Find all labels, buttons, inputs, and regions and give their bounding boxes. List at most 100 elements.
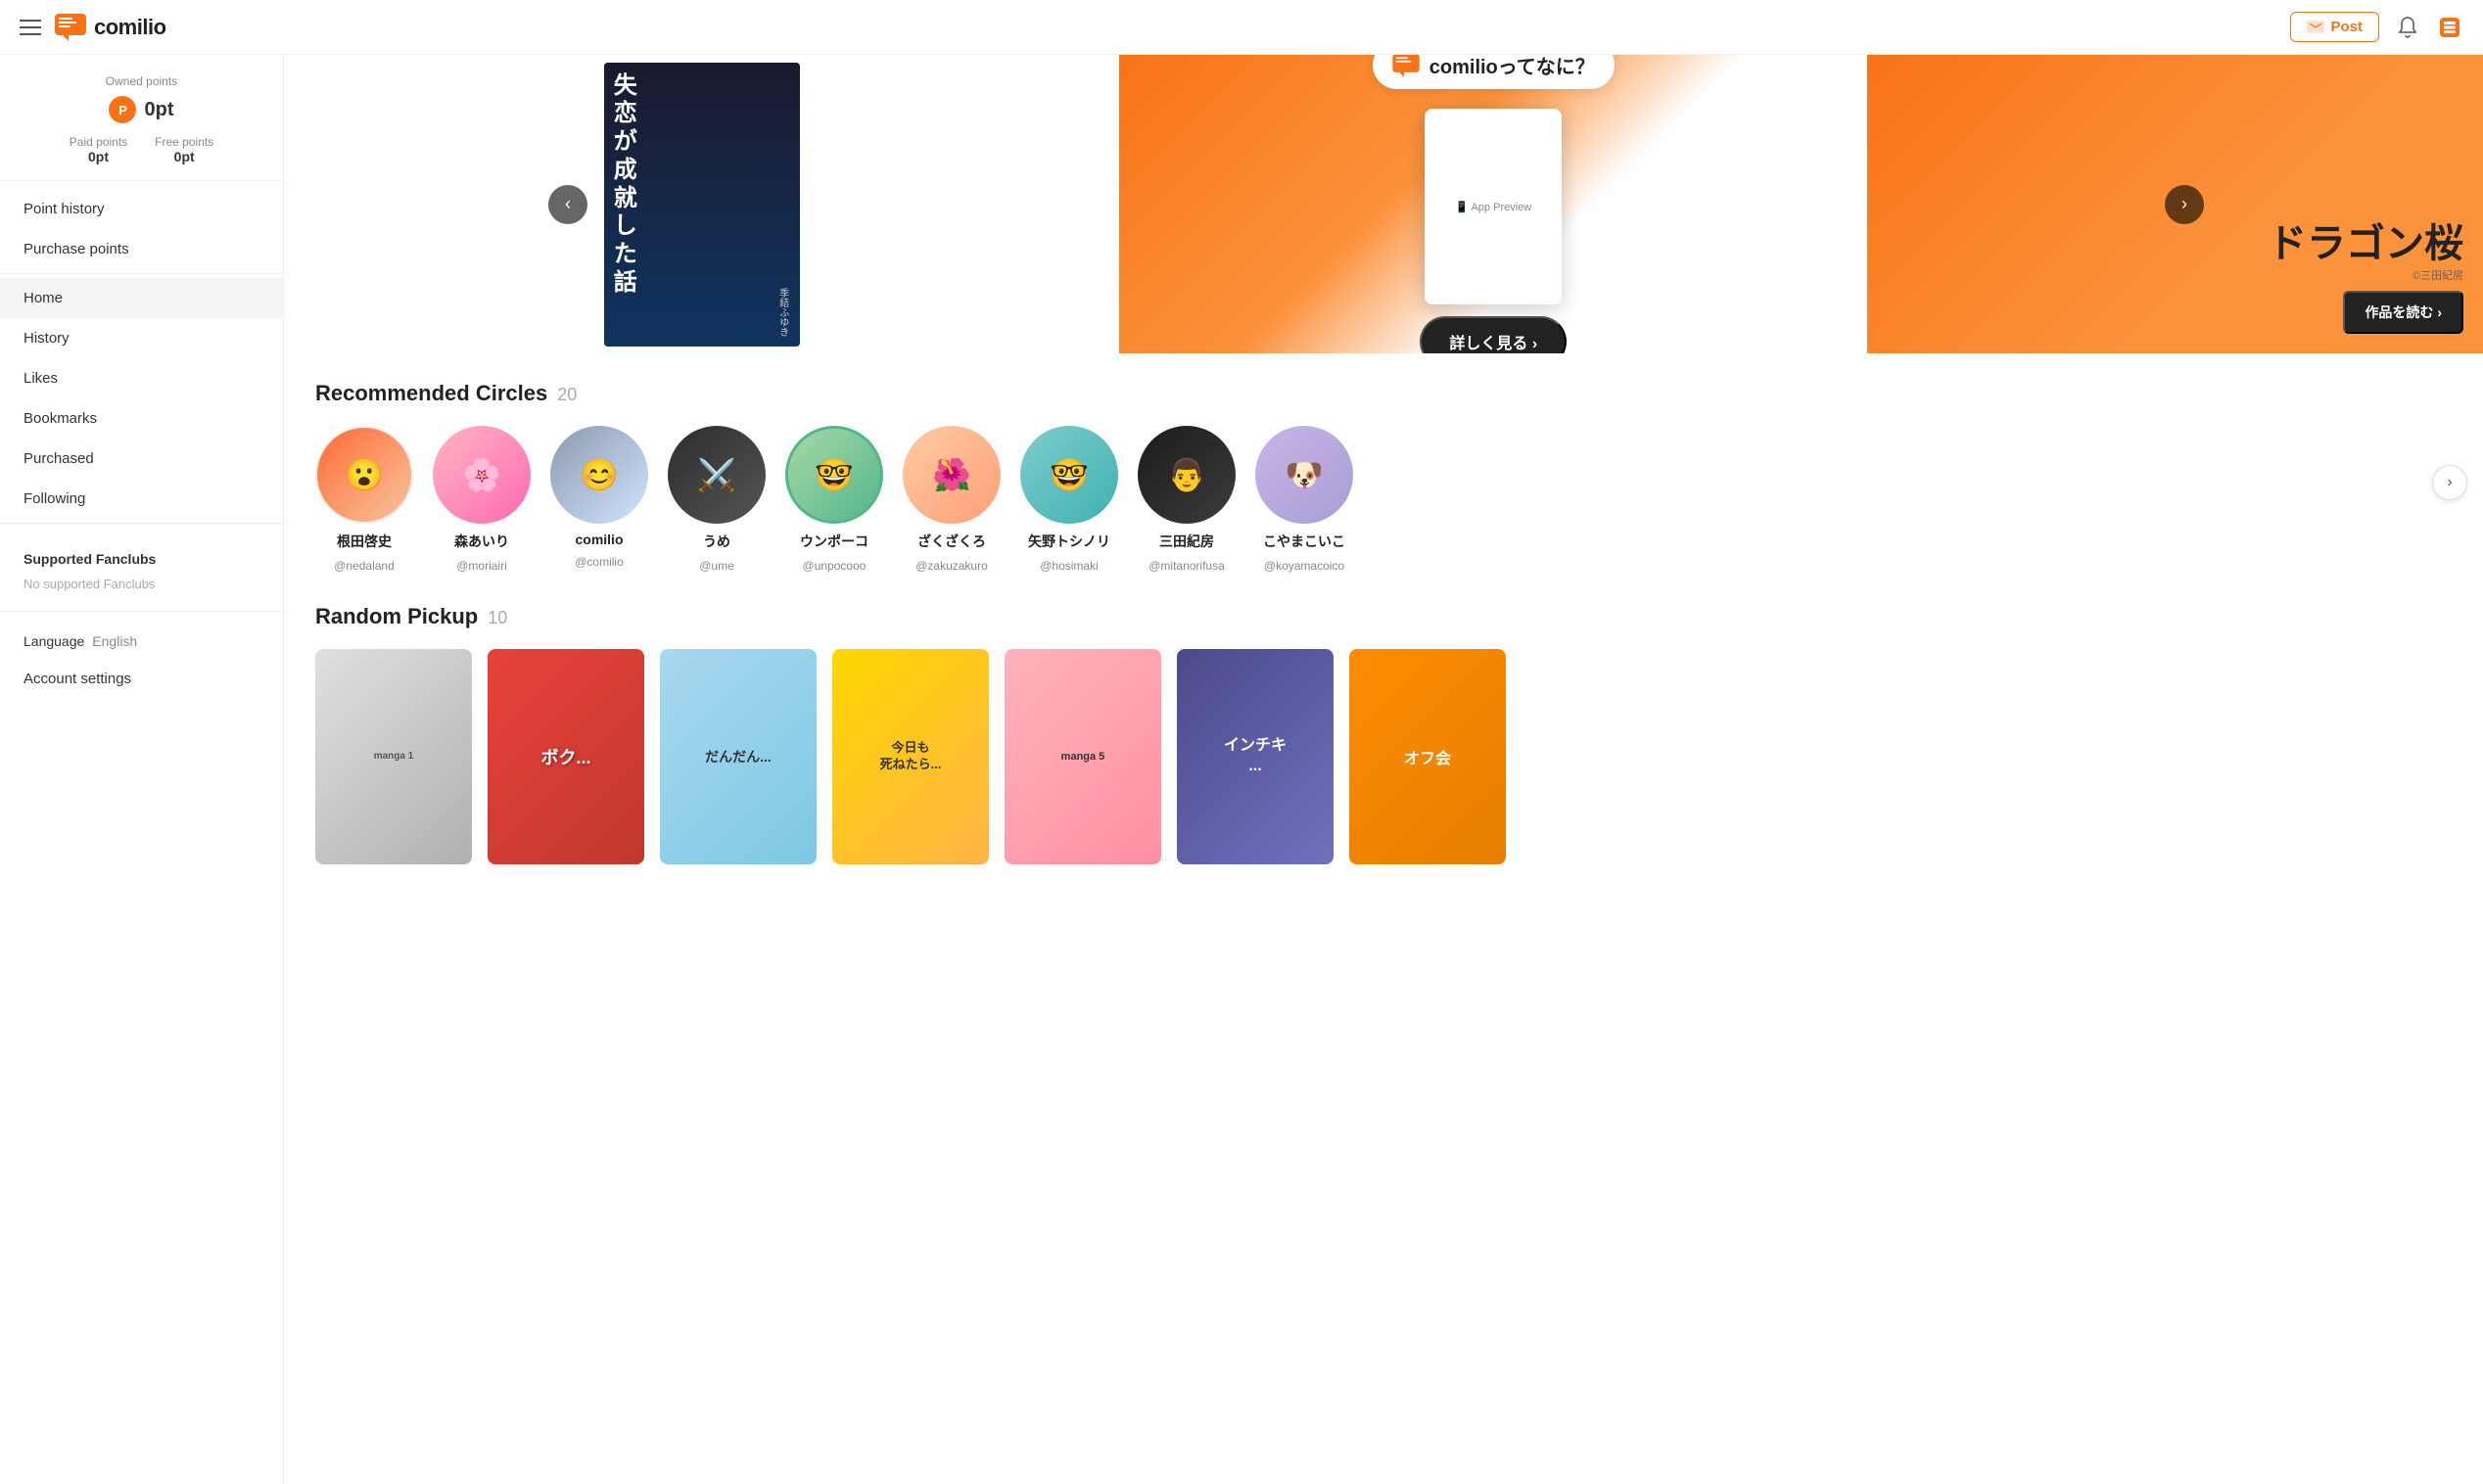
points-sub: Paid points 0pt Free points 0pt <box>23 135 259 164</box>
circle-handle-comilio: @comilio <box>575 555 624 569</box>
circle-item-mitanorifusa[interactable]: 👨 三田紀房 @mitanorifusa <box>1138 426 1236 573</box>
logo-icon <box>55 14 86 41</box>
sidebar-item-likes[interactable]: Likes <box>0 358 283 398</box>
circle-handle-koyamacoico: @koyamacoico <box>1264 559 1344 573</box>
manga-card-2[interactable]: ボク... <box>488 649 644 864</box>
paid-points-item: Paid points 0pt <box>70 135 127 164</box>
manga-cover: 失恋が成就した話 季結ふゆき <box>604 63 800 347</box>
header-right: Post <box>2290 12 2463 42</box>
sidebar-item-account-settings[interactable]: Account settings <box>0 659 283 699</box>
main-layout: Owned points P 0pt Paid points 0pt Free … <box>0 55 2483 1484</box>
content-area: Recommended Circles 20 😮 根田啓史 @nedaland … <box>284 353 2483 892</box>
sidebar-item-home[interactable]: Home <box>0 278 283 318</box>
header: comilio Post <box>0 0 2483 55</box>
manga-card-1[interactable]: manga 1 <box>315 649 472 864</box>
notification-bell-icon[interactable] <box>2395 15 2420 40</box>
circle-item-comilio[interactable]: 😊 comilio @comilio <box>550 426 648 569</box>
circle-handle-ume: @ume <box>699 559 734 573</box>
sidebar: Owned points P 0pt Paid points 0pt Free … <box>0 55 284 1484</box>
circle-item-unpocooo[interactable]: 🤓 ウンポーコ @unpocooo <box>785 426 883 573</box>
sidebar-item-purchase-points[interactable]: Purchase points <box>0 229 283 269</box>
flag-icon[interactable] <box>2436 14 2463 41</box>
manga-thumb-5: manga 5 <box>1005 649 1161 864</box>
points-badge: P <box>109 96 136 123</box>
logo[interactable]: comilio <box>55 14 166 41</box>
sidebar-item-following[interactable]: Following <box>0 479 283 519</box>
circles-next-arrow[interactable]: › <box>2432 465 2467 500</box>
manga-card-7[interactable]: オフ会 <box>1349 649 1506 864</box>
language-label: Language <box>23 633 84 649</box>
manga-row: manga 1 ボク... だんだん... <box>315 649 2452 864</box>
sidebar-item-point-history[interactable]: Point history <box>0 189 283 229</box>
circle-handle-nedaland: @nedaland <box>334 559 395 573</box>
circle-avatar-unpocooo: 🤓 <box>785 426 883 524</box>
circle-item-hosimaki[interactable]: 🤓 矢野トシノリ @hosimaki <box>1020 426 1118 573</box>
sidebar-item-purchased[interactable]: Purchased <box>0 439 283 479</box>
circle-name-unpocooo: ウンポーコ <box>800 532 868 551</box>
banner-bubble: comilioってなに？ <box>1373 55 1615 89</box>
circle-avatar-nedaland: 😮 <box>315 426 413 524</box>
circle-item-koyamacoico[interactable]: 🐶 こやまこいこ @koyamacoico <box>1255 426 1353 573</box>
banner-detail-button[interactable]: 詳しく見る › <box>1420 316 1567 353</box>
circle-handle-hosimaki: @hosimaki <box>1040 559 1099 573</box>
banner-prev-arrow[interactable]: ‹ <box>548 185 587 224</box>
free-points-label: Free points <box>155 135 213 149</box>
paid-points-value: 0pt <box>70 149 127 164</box>
manga-card-5[interactable]: manga 5 <box>1005 649 1161 864</box>
post-label: Post <box>2330 19 2363 35</box>
circles-row: 😮 根田啓史 @nedaland 🌸 森あいり @moriairi 😊 comi… <box>315 426 2452 573</box>
circle-name-nedaland: 根田啓史 <box>337 532 392 551</box>
circle-name-zakuzakuro: ざくざくろ <box>917 532 986 551</box>
manga-thumb-2: ボク... <box>488 649 644 864</box>
circle-item-moriairi[interactable]: 🌸 森あいり @moriairi <box>433 426 531 573</box>
manga-thumb-6: インチキ... <box>1177 649 1334 864</box>
circle-name-mitanorifusa: 三田紀房 <box>1159 532 1214 551</box>
sidebar-item-history[interactable]: History <box>0 318 283 358</box>
points-section: Owned points P 0pt Paid points 0pt Free … <box>0 55 283 181</box>
manga-thumb-7: オフ会 <box>1349 649 1506 864</box>
read-works-button[interactable]: 作品を読む › <box>2343 291 2463 334</box>
post-button[interactable]: Post <box>2290 12 2379 42</box>
circle-item-zakuzakuro[interactable]: 🌺 ざくざくろ @zakuzakuro <box>903 426 1001 573</box>
banner-carousel: 失恋が成就した話 季結ふゆき comilioってなに？ <box>284 55 2483 353</box>
circle-name-moriairi: 森あいり <box>454 532 509 551</box>
circle-avatar-mitanorifusa: 👨 <box>1138 426 1236 524</box>
recommended-circles-count: 20 <box>557 385 577 405</box>
dragon-copyright: ©三田紀房 <box>2268 267 2463 283</box>
circle-item-nedaland[interactable]: 😮 根田啓史 @nedaland <box>315 426 413 573</box>
banner-next-arrow[interactable]: › <box>2165 185 2204 224</box>
circle-avatar-moriairi: 🌸 <box>433 426 531 524</box>
hamburger-menu[interactable] <box>20 20 41 35</box>
manga-thumb-1: manga 1 <box>315 649 472 864</box>
manga-card-3[interactable]: だんだん... <box>660 649 817 864</box>
sidebar-nav: Point history Purchase points Home Histo… <box>0 181 283 535</box>
dragon-title: ドラゴン桜 <box>2268 220 2463 267</box>
circle-avatar-comilio: 😊 <box>550 426 648 524</box>
post-icon <box>2307 21 2324 34</box>
manga-card-6[interactable]: インチキ... <box>1177 649 1334 864</box>
free-points-item: Free points 0pt <box>155 135 213 164</box>
circle-name-hosimaki: 矢野トシノリ <box>1028 532 1110 551</box>
sidebar-item-bookmarks[interactable]: Bookmarks <box>0 398 283 439</box>
language-setting[interactable]: Language English <box>0 624 283 659</box>
circle-item-ume[interactable]: ⚔️ うめ @ume <box>668 426 766 573</box>
points-total: P 0pt <box>23 96 259 123</box>
circle-avatar-koyamacoico: 🐶 <box>1255 426 1353 524</box>
owned-points-label: Owned points <box>23 74 259 88</box>
sidebar-divider-2 <box>0 523 283 524</box>
manga-card-4[interactable]: 今日も死ねたら... <box>832 649 989 864</box>
logo-text: comilio <box>94 15 166 40</box>
points-total-value: 0pt <box>144 99 173 121</box>
sidebar-bottom: Language English Account settings <box>0 611 283 711</box>
circle-handle-mitanorifusa: @mitanorifusa <box>1148 559 1225 573</box>
language-value: English <box>92 633 137 649</box>
circle-name-comilio: comilio <box>575 532 623 547</box>
manga-thumb-4: 今日も死ねたら... <box>832 649 989 864</box>
random-pickup-title: Random Pickup <box>315 604 478 629</box>
circle-handle-moriairi: @moriairi <box>456 559 507 573</box>
circle-avatar-hosimaki: 🤓 <box>1020 426 1118 524</box>
circles-container: 😮 根田啓史 @nedaland 🌸 森あいり @moriairi 😊 comi… <box>315 426 2452 573</box>
random-pickup-header: Random Pickup 10 <box>315 604 2452 629</box>
recommended-circles-header: Recommended Circles 20 <box>315 381 2452 406</box>
banner-comilio-text: comilioってなに？ <box>1429 55 1595 79</box>
